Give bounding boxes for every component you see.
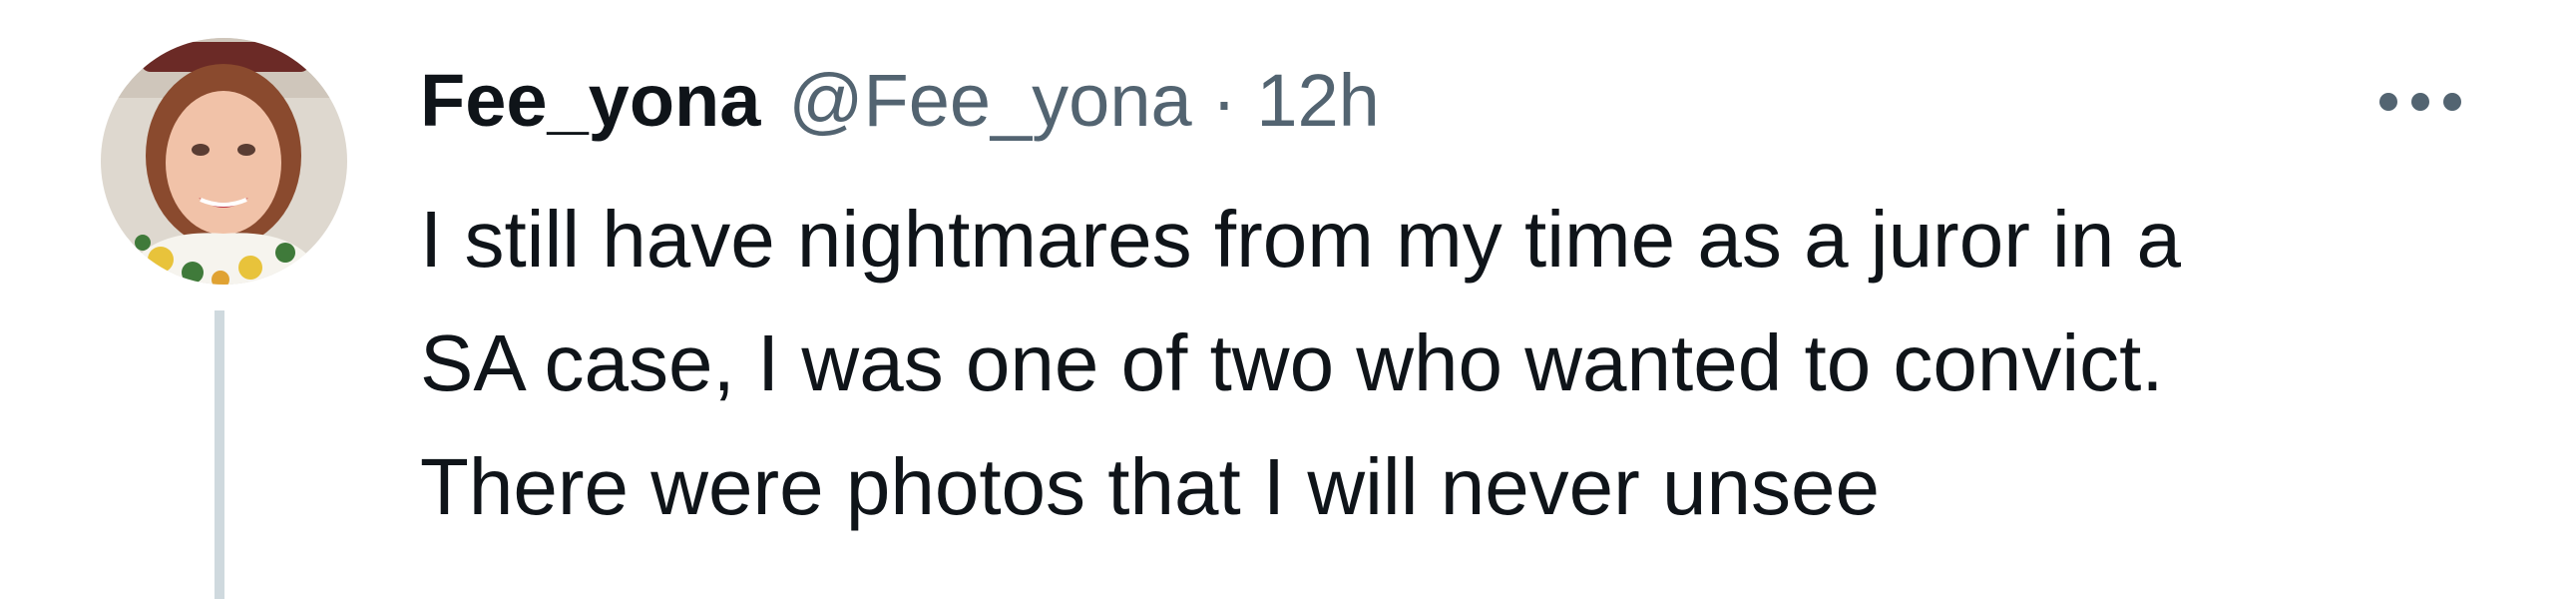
display-name[interactable]: Fee_yona <box>420 56 760 146</box>
profile-photo <box>101 38 347 285</box>
separator-dot: · <box>1211 59 1237 142</box>
user-handle[interactable]: @Fee_yona <box>788 56 1191 146</box>
tweet-text: I still have nightmares from my time as … <box>420 195 2182 531</box>
tweet[interactable]: Fee_yona @Fee_yona · 12h I still have ni… <box>0 0 2576 599</box>
tweet-header: Fee_yona @Fee_yona · 12h <box>420 56 1380 146</box>
avatar[interactable] <box>101 38 347 285</box>
more-horizontal-icon <box>2379 93 2461 111</box>
timestamp[interactable]: 12h <box>1256 56 1379 146</box>
thread-line <box>215 310 224 599</box>
more-options-button[interactable] <box>2370 72 2470 132</box>
